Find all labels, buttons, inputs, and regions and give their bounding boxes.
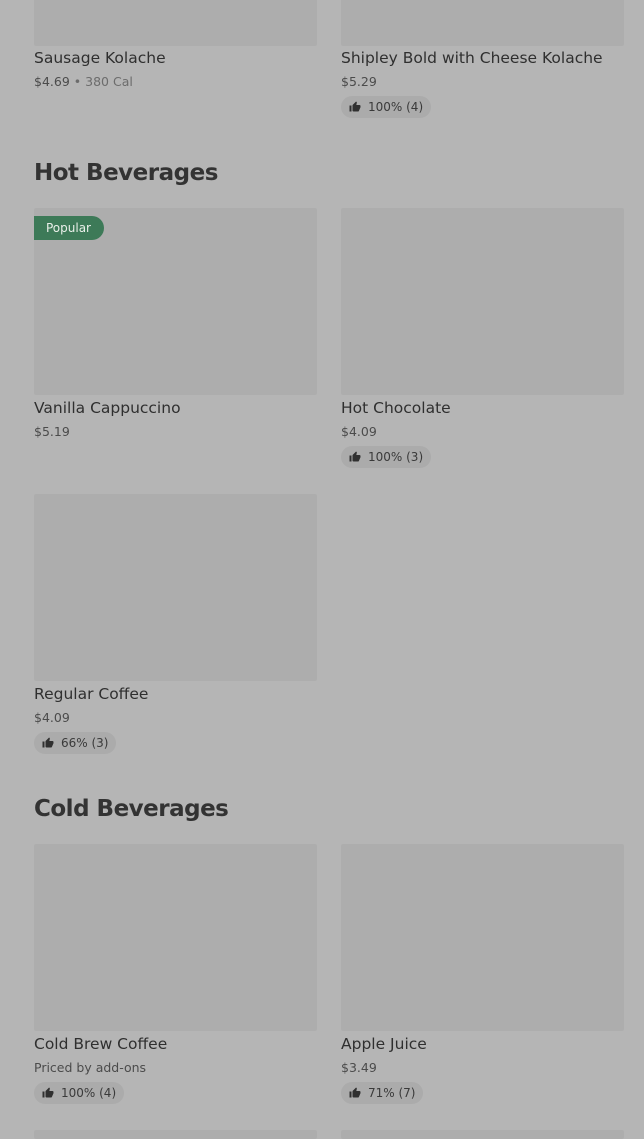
item-price: $3.49 <box>341 1060 377 1075</box>
meta-separator: • <box>73 74 82 89</box>
thumbs-up-icon <box>349 101 361 112</box>
item-image-next-right[interactable] <box>341 1130 624 1139</box>
rating-pill: 100% (4) <box>341 96 432 118</box>
rating-pill: 100% (3) <box>341 446 432 468</box>
item-price: $4.69 <box>34 74 70 89</box>
item-image-next-left[interactable] <box>34 1130 317 1139</box>
rating-pill: 71% (7) <box>341 1082 424 1104</box>
item-image-hot-chocolate[interactable] <box>341 208 624 395</box>
popular-badge: Popular <box>34 216 104 240</box>
item-image-apple-juice[interactable] <box>341 844 624 1031</box>
item-price: Priced by add-ons <box>34 1060 147 1075</box>
item-name[interactable]: Cold Brew Coffee <box>34 1035 167 1053</box>
item-price: $5.29 <box>341 74 377 89</box>
item-name[interactable]: Apple Juice <box>341 1035 427 1053</box>
item-image-shipley-bold-kolache[interactable] <box>341 0 624 46</box>
item-price: $4.09 <box>34 710 70 725</box>
item-price: $4.09 <box>341 424 377 439</box>
rating-text: 66% (3) <box>61 736 109 750</box>
thumbs-up-icon <box>349 1087 361 1098</box>
rating-pill: 100% (4) <box>34 1082 125 1104</box>
item-name[interactable]: Shipley Bold with Cheese Kolache <box>341 49 603 67</box>
item-price-line: $4.69 • 380 Cal <box>34 74 133 89</box>
item-name[interactable]: Vanilla Cappuccino <box>34 399 181 417</box>
rating-text: 100% (4) <box>368 100 424 114</box>
item-name[interactable]: Sausage Kolache <box>34 49 166 67</box>
rating-text: 71% (7) <box>368 1086 416 1100</box>
thumbs-up-icon <box>349 451 361 462</box>
item-calories: 380 Cal <box>85 74 133 89</box>
item-image-sausage-kolache[interactable] <box>34 0 317 46</box>
item-image-regular-coffee[interactable] <box>34 494 317 681</box>
section-title-hot-beverages: Hot Beverages <box>34 160 218 186</box>
rating-pill: 66% (3) <box>34 732 117 754</box>
rating-text: 100% (3) <box>368 450 424 464</box>
section-title-cold-beverages: Cold Beverages <box>34 796 229 822</box>
item-name[interactable]: Hot Chocolate <box>341 399 451 417</box>
item-name[interactable]: Regular Coffee <box>34 685 148 703</box>
item-price: $5.19 <box>34 424 70 439</box>
thumbs-up-icon <box>42 1087 54 1098</box>
rating-text: 100% (4) <box>61 1086 117 1100</box>
item-image-cold-brew-coffee[interactable] <box>34 844 317 1031</box>
thumbs-up-icon <box>42 737 54 748</box>
